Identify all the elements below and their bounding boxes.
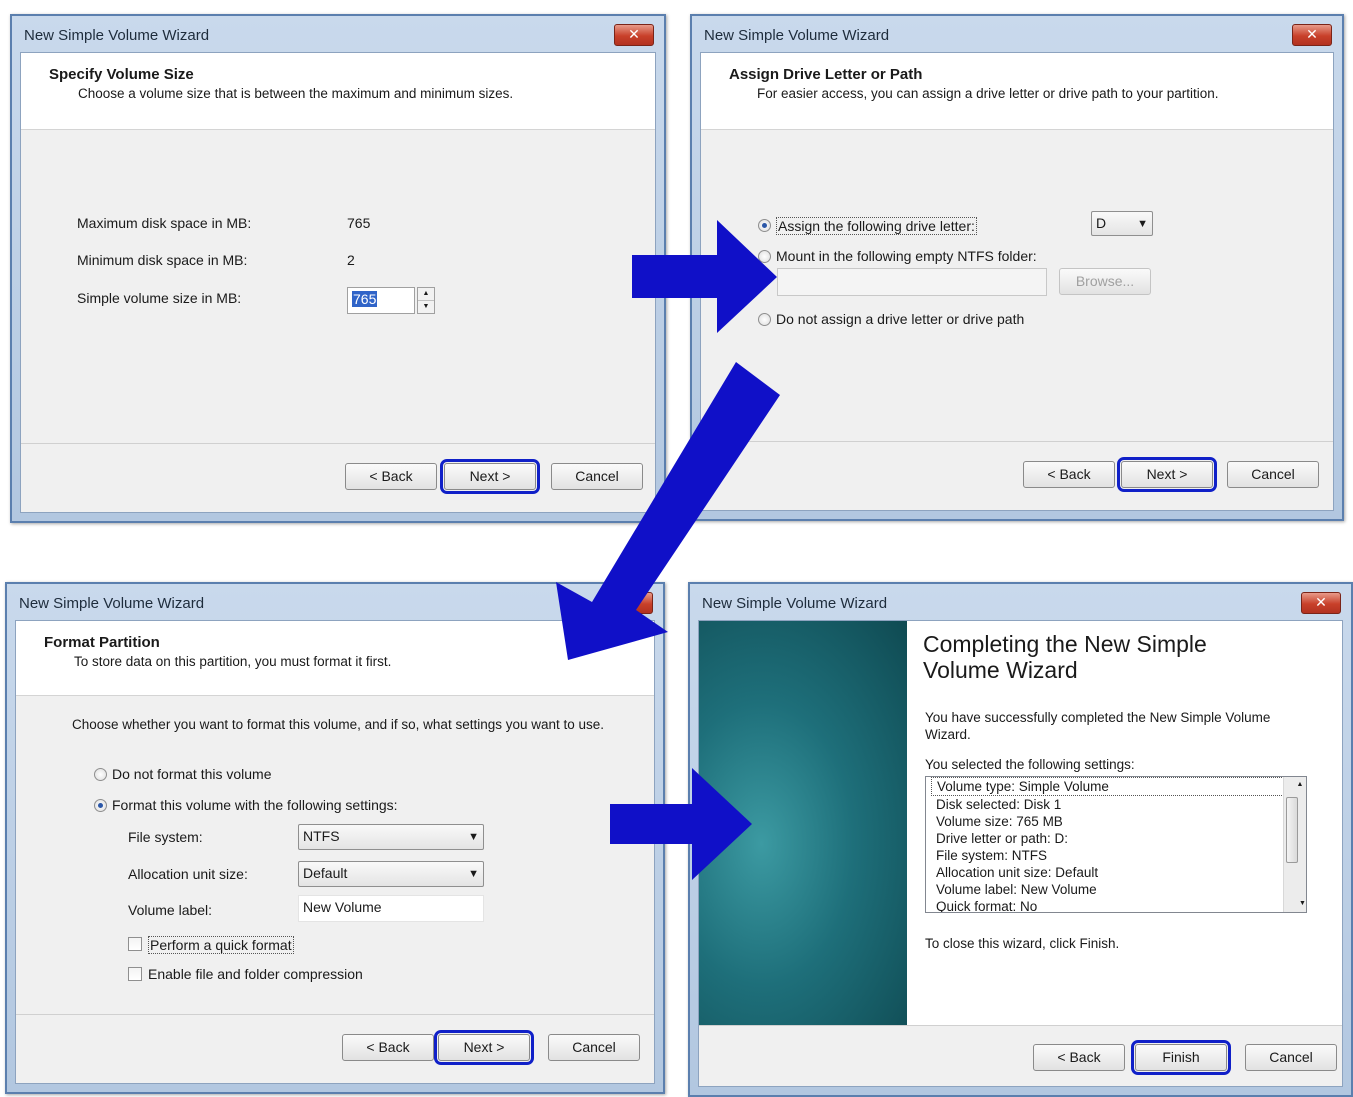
next-button[interactable]: Next >	[1117, 457, 1217, 492]
page-title: Format Partition	[44, 634, 160, 651]
cancel-button[interactable]: Cancel	[1245, 1044, 1337, 1071]
settings-rows: Volume type: Simple Volume Disk selected:…	[926, 777, 1306, 913]
wizard-footer: < Back Next > Cancel	[701, 441, 1333, 510]
window-title: New Simple Volume Wizard	[704, 27, 890, 44]
format-radio[interactable]	[94, 799, 107, 812]
spin-up-icon[interactable]: ▲	[418, 288, 434, 301]
no-format-label[interactable]: Do not format this volume	[112, 766, 272, 782]
scroll-down-icon[interactable]: ▼	[1289, 896, 1306, 912]
file-system-select[interactable]: NTFS ▼	[298, 824, 484, 850]
next-button[interactable]: Next >	[434, 1030, 534, 1065]
page-subtitle: For easier access, you can assign a driv…	[757, 86, 1219, 101]
browse-button[interactable]: Browse...	[1059, 268, 1151, 295]
page-title: Specify Volume Size	[49, 66, 194, 83]
page-subtitle: Choose a volume size that is between the…	[78, 86, 514, 101]
cancel-button[interactable]: Cancel	[1227, 461, 1319, 488]
completion-heading-line2: Volume Wizard	[923, 657, 1078, 683]
settings-summary-item: Quick format: No	[936, 899, 1038, 913]
max-size-label: Maximum disk space in MB:	[77, 215, 252, 231]
min-size-label: Minimum disk space in MB:	[77, 252, 248, 268]
mount-folder-label[interactable]: Mount in the following empty NTFS folder…	[776, 248, 1037, 264]
wizard-footer: < Back Next > Cancel	[16, 1014, 654, 1083]
volume-size-label: Simple volume size in MB:	[77, 290, 242, 306]
window-title: New Simple Volume Wizard	[19, 595, 205, 612]
completion-heading: Completing the New Simple Volume Wizard	[923, 631, 1207, 683]
format-intro: Choose whether you want to format this v…	[72, 717, 605, 732]
wizard-header: Assign Drive Letter or Path For easier a…	[701, 53, 1333, 130]
volume-size-spinner[interactable]: ▲ ▼	[417, 287, 435, 314]
back-button[interactable]: < Back	[1023, 461, 1115, 488]
settings-intro: You selected the following settings:	[925, 757, 1135, 772]
scroll-thumb[interactable]	[1286, 797, 1298, 863]
back-button[interactable]: < Back	[342, 1034, 434, 1061]
drive-letter-select[interactable]: D ▼	[1091, 211, 1153, 236]
allocation-size-value: Default	[303, 865, 348, 881]
volume-label-value: New Volume	[303, 899, 382, 915]
close-button[interactable]: ✕	[1292, 24, 1332, 46]
quick-format-checkbox[interactable]	[128, 937, 142, 951]
min-size-value: 2	[347, 252, 355, 268]
settings-summary-item: Volume label: New Volume	[936, 882, 1097, 897]
wizard-client: Completing the New Simple Volume Wizard …	[698, 620, 1343, 1087]
allocation-size-select[interactable]: Default ▼	[298, 861, 484, 887]
arrow-right-top	[632, 220, 777, 333]
settings-summary-item: File system: NTFS	[936, 848, 1048, 863]
finish-button[interactable]: Finish	[1131, 1040, 1231, 1075]
arrow-right-bottom-shape	[610, 768, 752, 880]
no-format-radio[interactable]	[94, 768, 107, 781]
settings-summary-item: Disk selected: Disk 1	[936, 797, 1062, 812]
settings-summary-item: Drive letter or path: D:	[936, 831, 1069, 846]
settings-summary-list[interactable]: Volume type: Simple Volume Disk selected:…	[925, 776, 1307, 913]
cancel-button[interactable]: Cancel	[548, 1034, 640, 1061]
arrow-diagonal	[556, 362, 780, 660]
format-label[interactable]: Format this volume with the following se…	[112, 797, 398, 813]
assign-letter-label[interactable]: Assign the following drive letter:	[776, 217, 977, 235]
title-bar[interactable]: New Simple Volume Wizard ✕	[12, 16, 664, 52]
success-message: You have successfully completed the New …	[925, 710, 1271, 742]
compression-checkbox[interactable]	[128, 967, 142, 981]
completion-heading-line1: Completing the New Simple	[923, 631, 1207, 657]
arrow-right-top-shape	[632, 220, 777, 333]
page-subtitle: To store data on this partition, you mus…	[74, 654, 392, 669]
chevron-down-icon: ▼	[468, 831, 479, 843]
wizard-footer: < Back Finish Cancel	[699, 1025, 1342, 1086]
wizard-client: Assign Drive Letter or Path For easier a…	[700, 52, 1334, 511]
wizard-client: Format Partition To store data on this p…	[15, 620, 655, 1084]
chevron-down-icon: ▼	[468, 868, 479, 880]
quick-format-label[interactable]: Perform a quick format	[148, 936, 294, 954]
page-title: Assign Drive Letter or Path	[729, 66, 923, 83]
back-button[interactable]: < Back	[1033, 1044, 1125, 1071]
allocation-size-label: Allocation unit size:	[128, 866, 248, 882]
arrow-diagonal-shape	[556, 362, 780, 660]
title-bar[interactable]: New Simple Volume Wizard ✕	[692, 16, 1342, 52]
volume-label-input[interactable]: New Volume	[298, 895, 484, 922]
settings-summary-item: Allocation unit size: Default	[936, 865, 1099, 880]
arrow-right-bottom	[610, 768, 752, 880]
settings-summary-item: Volume size: 765 MB	[936, 814, 1063, 829]
wizard-header: Specify Volume Size Choose a volume size…	[21, 53, 655, 130]
spin-down-icon[interactable]: ▼	[418, 301, 434, 313]
drive-letter-value: D	[1096, 215, 1107, 231]
volume-size-input[interactable]: 765	[347, 287, 415, 314]
mount-folder-input[interactable]	[777, 268, 1047, 296]
max-size-value: 765	[347, 215, 371, 231]
volume-label-label: Volume label:	[128, 902, 213, 918]
volume-size-value: 765	[352, 291, 378, 307]
close-button[interactable]: ✕	[614, 24, 654, 46]
no-letter-label[interactable]: Do not assign a drive letter or drive pa…	[776, 311, 1024, 327]
compression-label[interactable]: Enable file and folder compression	[148, 966, 363, 982]
close-hint: To close this wizard, click Finish.	[925, 936, 1120, 951]
close-button[interactable]: ✕	[1301, 592, 1341, 614]
summary-scrollbar[interactable]: ▲ ▼	[1283, 777, 1306, 912]
back-button[interactable]: < Back	[345, 463, 437, 490]
next-button[interactable]: Next >	[440, 459, 540, 494]
file-system-value: NTFS	[303, 828, 340, 844]
file-system-label: File system:	[128, 829, 203, 845]
settings-summary-item: Volume type: Simple Volume	[931, 777, 1288, 796]
scroll-up-icon[interactable]: ▲	[1289, 777, 1306, 793]
window-title: New Simple Volume Wizard	[24, 27, 210, 44]
chevron-down-icon: ▼	[1137, 218, 1148, 230]
